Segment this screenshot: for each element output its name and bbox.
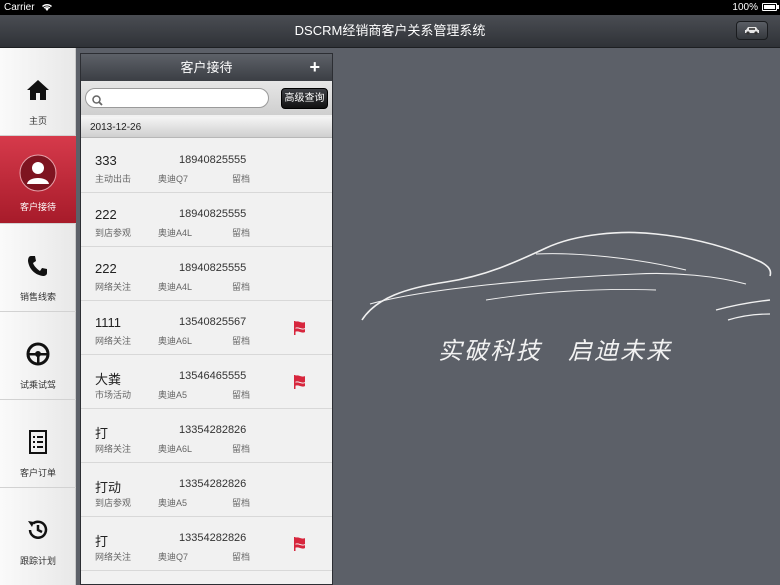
customer-status: 留档 (232, 174, 251, 184)
steering-wheel-icon (0, 342, 76, 368)
clock-icon (0, 518, 76, 544)
sidebar-item-label: 销售线索 (19, 292, 56, 302)
customer-name: 打动 (95, 480, 122, 495)
customer-phone: 18940825555 (179, 208, 247, 220)
sidebar-item-home[interactable]: 主页 (0, 48, 76, 136)
customer-phone: 13354282826 (179, 532, 247, 544)
customer-source: 到店参观 (95, 228, 132, 238)
sidebar-item-sales-leads[interactable]: 销售线索 (0, 224, 76, 312)
sidebar-item-label: 客户订单 (19, 468, 56, 478)
customer-source: 网络关注 (95, 444, 132, 454)
list-item[interactable]: 1111 13540825567 网络关注 奥迪A6L 留档 (81, 301, 332, 355)
customer-source: 到店参观 (95, 498, 132, 508)
list-item[interactable]: 打动 13354282826 到店参观 奥迪A5 留档 (81, 463, 332, 517)
customer-phone: 18940825555 (179, 154, 247, 166)
customer-car: 奥迪A6L (158, 444, 193, 454)
customer-car: 奥迪Q7 (158, 174, 189, 184)
list-item[interactable]: 打 13354282826 网络关注 奥迪Q7 留档 (81, 517, 332, 571)
brand-area: 实破科技 启迪未来 (336, 48, 780, 585)
sidebar-item-label: 主页 (28, 116, 47, 126)
customer-name: 打 (95, 534, 109, 549)
brand-slogan: 实破科技 启迪未来 (438, 337, 672, 365)
panel-header: 客户接待 + (81, 54, 332, 81)
sidebar-item-label: 跟踪计划 (19, 556, 56, 566)
customer-phone: 13354282826 (179, 478, 247, 490)
customer-car: 奥迪Q7 (158, 552, 189, 562)
customer-status: 留档 (232, 552, 251, 562)
customer-phone: 13540825567 (179, 316, 247, 328)
home-icon (0, 78, 76, 104)
customer-status: 留档 (232, 498, 251, 508)
phone-icon (0, 254, 76, 280)
status-bar: Carrier 100% (0, 0, 780, 15)
customer-source: 主动出击 (95, 174, 132, 184)
customer-car: 奥迪A4L (158, 228, 193, 238)
car-button[interactable] (736, 21, 768, 40)
customer-name: 打 (95, 426, 109, 441)
battery-percent: 100% (732, 2, 758, 13)
advanced-search-button[interactable]: 高级查询 (281, 88, 328, 109)
sidebar-item-test-drive[interactable]: 试乘试驾 (0, 312, 76, 400)
sidebar-item-label: 客户接待 (19, 202, 56, 212)
alert-icon (293, 374, 307, 395)
customer-name: 1111 (95, 315, 122, 330)
list-item[interactable]: 打 13354282826 网络关注 奥迪A6L 留档 (81, 409, 332, 463)
reception-panel: 客户接待 + 高级查询 2013-12-26 333 18940825555 主… (80, 53, 333, 585)
customer-status: 留档 (232, 228, 251, 238)
car-outline-logo (361, 231, 772, 321)
customer-phone: 18940825555 (179, 262, 247, 274)
customer-source: 网络关注 (95, 282, 132, 292)
alert-icon (293, 536, 307, 557)
battery-icon (762, 3, 777, 11)
battery-tip (777, 5, 779, 9)
alert-icon (293, 320, 307, 341)
person-icon (0, 154, 76, 192)
search-icon (92, 93, 103, 111)
date-header: 2013-12-26 (81, 117, 332, 138)
sidebar-item-orders[interactable]: 客户订单 (0, 400, 76, 488)
customer-name: 222 (95, 261, 117, 276)
sidebar: 主页 客户接待 销售线索 试乘试驾 客户订单 跟踪计划 (0, 48, 76, 585)
list-item[interactable]: 333 18940825555 主动出击 奥迪Q7 留档 (81, 139, 332, 193)
customer-name: 大粪 (95, 372, 122, 387)
list-item[interactable]: 222 18940825555 到店参观 奥迪A4L 留档 (81, 193, 332, 247)
customer-phone: 13546465555 (179, 370, 247, 382)
app-title: DSCRM经销商客户关系管理系统 (294, 23, 486, 38)
list-item[interactable]: 大粪 13546465555 市场活动 奥迪A5 留档 (81, 355, 332, 409)
customer-name: 222 (95, 207, 117, 222)
customer-status: 留档 (232, 336, 251, 346)
customer-car: 奥迪A6L (158, 336, 193, 346)
panel-title: 客户接待 (180, 60, 233, 75)
customer-name: 333 (95, 153, 117, 168)
search-input[interactable] (85, 88, 269, 108)
customer-status: 留档 (232, 444, 251, 454)
customer-source: 市场活动 (95, 390, 132, 400)
search-bar: 高级查询 (81, 81, 332, 115)
add-button[interactable]: + (309, 57, 320, 77)
customer-source: 网络关注 (95, 552, 132, 562)
document-icon (0, 430, 76, 456)
sidebar-item-label: 试乘试驾 (19, 380, 56, 390)
customer-car: 奥迪A4L (158, 282, 193, 292)
list-item[interactable]: 222 18940825555 网络关注 奥迪A4L 留档 (81, 247, 332, 301)
title-bar: DSCRM经销商客户关系管理系统 (0, 15, 780, 48)
carrier-label: Carrier (4, 2, 35, 13)
customer-phone: 13354282826 (179, 424, 247, 436)
car-icon (744, 22, 760, 40)
customer-source: 网络关注 (95, 336, 132, 346)
customer-status: 留档 (232, 282, 251, 292)
customer-status: 留档 (232, 390, 251, 400)
sidebar-item-reception[interactable]: 客户接待 (0, 136, 76, 224)
sidebar-item-follow-up[interactable]: 跟踪计划 (0, 488, 76, 576)
customer-car: 奥迪A5 (158, 498, 188, 508)
customer-list: 333 18940825555 主动出击 奥迪Q7 留档 222 1894082… (81, 139, 332, 571)
customer-car: 奥迪A5 (158, 390, 188, 400)
